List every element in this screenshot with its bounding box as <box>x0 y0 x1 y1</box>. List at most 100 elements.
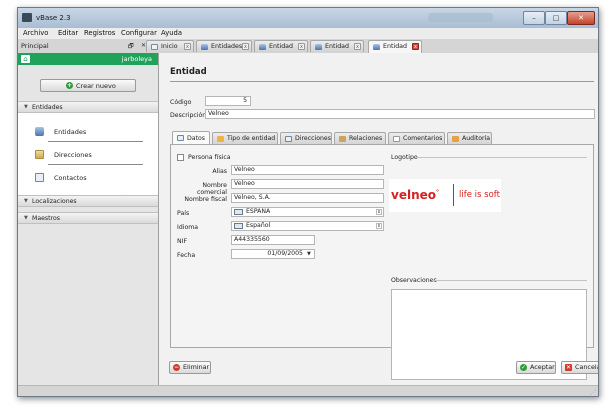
blurred-title-text <box>428 13 493 22</box>
menu-editar[interactable]: Editar <box>58 29 78 37</box>
datos-panel: Persona física Alias Velneo Nombre comer… <box>170 144 594 380</box>
idioma-select[interactable]: Español ⬍ <box>231 221 384 231</box>
menu-registros[interactable]: Registros <box>84 29 115 37</box>
plus-icon: + <box>66 82 73 89</box>
nombre-comercial-field[interactable]: Velneo <box>231 179 384 189</box>
tab-inicio[interactable]: Inicio x <box>146 40 194 52</box>
pais-select[interactable]: ESPAÑA ⬍ <box>231 207 384 217</box>
nav-contactos[interactable]: Contactos <box>54 174 87 182</box>
tab-entidades[interactable]: Entidades x <box>196 40 252 52</box>
nav-divider <box>48 164 143 165</box>
menu-ayuda[interactable]: Ayuda <box>161 29 182 37</box>
nombre-fiscal-label: Nombre fiscal <box>184 196 227 203</box>
observaciones-textarea[interactable] <box>391 289 587 380</box>
persona-fisica-checkbox[interactable] <box>177 154 184 161</box>
close-tab-icon[interactable]: x <box>298 43 305 50</box>
home-icon[interactable]: ⌂ <box>21 55 30 63</box>
nif-field[interactable]: A44335560 <box>231 235 315 245</box>
tab-label: Entidad <box>269 43 294 50</box>
contacts-icon <box>35 173 44 182</box>
left-panel: ⌂ jarboleya + Crear nuevo ▼ Entidades En… <box>18 53 159 385</box>
nav-divider <box>48 141 143 142</box>
tab-entidad-1[interactable]: Entidad x <box>254 40 308 52</box>
pais-label: País <box>177 210 190 217</box>
pais-value: ESPAÑA <box>246 208 271 215</box>
persona-fisica-label: Persona física <box>188 154 231 161</box>
fecha-label: Fecha <box>177 252 196 259</box>
page-title: Entidad <box>170 67 207 77</box>
delete-icon: − <box>173 364 180 371</box>
cancel-icon: ✕ <box>565 364 572 371</box>
collapse-arrow-icon: ▼ <box>24 198 28 204</box>
maximize-button[interactable]: □ <box>545 11 567 25</box>
nav-entidades[interactable]: Entidades <box>54 128 86 136</box>
fecha-field[interactable]: 01/09/2005 <box>231 249 315 259</box>
database-icon <box>373 44 380 50</box>
tab-direcciones[interactable]: Direcciones <box>280 132 332 144</box>
status-bar: ⋰ <box>18 385 598 396</box>
title-bar: vBase 2.3 – □ ✕ <box>18 8 598 28</box>
tab-label: Direcciones <box>295 135 331 142</box>
idioma-value: Español <box>246 222 271 229</box>
tab-label: Entidad <box>383 43 408 50</box>
tab-label: Relaciones <box>349 135 383 142</box>
tab-label: Entidad <box>325 43 350 50</box>
aceptar-button[interactable]: ✓ Aceptar <box>516 361 556 374</box>
resize-grip-icon[interactable]: ⋰ <box>590 389 596 396</box>
section-label: Maestros <box>32 215 61 222</box>
close-tab-icon[interactable]: x <box>184 43 191 50</box>
eliminar-button[interactable]: − Eliminar <box>169 361 211 374</box>
tab-relaciones[interactable]: Relaciones <box>334 132 386 144</box>
float-panel-icon[interactable]: 🗗 <box>128 42 134 52</box>
table-icon <box>234 223 243 229</box>
app-window: vBase 2.3 – □ ✕ Archivo Editar Registros… <box>17 7 599 397</box>
close-tab-icon[interactable]: x <box>242 43 249 50</box>
create-new-label: Crear nuevo <box>76 82 116 90</box>
address-icon <box>285 136 292 142</box>
audit-icon <box>452 136 459 142</box>
section-maestros[interactable]: ▼ Maestros <box>18 212 158 224</box>
expand-arrow-icon: ▼ <box>24 104 28 110</box>
user-bar: ⌂ jarboleya <box>18 53 158 65</box>
spinner-icon[interactable]: ⬍ <box>376 223 382 229</box>
database-icon <box>259 44 266 50</box>
codigo-field[interactable]: 5 <box>205 96 251 106</box>
tag-icon <box>217 136 224 142</box>
menu-configurar[interactable]: Configurar <box>121 29 157 37</box>
alias-field[interactable]: Velneo <box>231 165 384 175</box>
nav-direcciones[interactable]: Direcciones <box>54 151 92 159</box>
tab-entidad-2[interactable]: Entidad x <box>310 40 364 52</box>
tab-auditoria[interactable]: Auditoría <box>447 132 492 144</box>
logo-brand: velneo° <box>391 188 439 202</box>
alias-label: Alias <box>212 168 227 175</box>
create-new-button[interactable]: + Crear nuevo <box>40 79 136 92</box>
page-icon <box>151 44 158 50</box>
main-area: Entidad Código 5 Descripción Velneo Dato… <box>159 53 598 385</box>
close-window-button[interactable]: ✕ <box>567 11 595 25</box>
tab-entidad-active[interactable]: Entidad x <box>368 40 422 53</box>
minimize-button[interactable]: – <box>523 11 545 25</box>
descripcion-field[interactable]: Velneo <box>205 109 595 119</box>
eliminar-label: Eliminar <box>183 363 210 371</box>
nombre-fiscal-field[interactable]: Velneo, S.A. <box>231 193 384 203</box>
close-tab-icon[interactable]: x <box>354 43 361 50</box>
spinner-icon[interactable]: ⬍ <box>376 209 382 215</box>
tab-label: Auditoría <box>462 135 491 142</box>
section-entidades[interactable]: ▼ Entidades <box>18 101 158 113</box>
tab-tipo-de-entidad[interactable]: Tipo de entidad <box>212 132 278 144</box>
entidades-subpanel: Entidades Direcciones Contactos <box>18 113 158 196</box>
close-tab-icon[interactable]: x <box>412 43 419 50</box>
nombre-comercial-label: Nombre comercial <box>196 182 227 196</box>
group-divider <box>432 280 587 281</box>
section-localizaciones[interactable]: ▼ Localizaciones <box>18 195 158 207</box>
tab-datos[interactable]: Datos <box>172 131 210 145</box>
database-icon <box>201 44 208 50</box>
cancelar-button[interactable]: ✕ Cancelar <box>561 361 598 374</box>
tab-comentarios[interactable]: Comentarios <box>388 132 445 144</box>
database-icon <box>35 127 44 136</box>
tab-label: Entidades <box>211 43 243 50</box>
dropdown-arrow-icon[interactable]: ▼ <box>307 251 311 257</box>
cancelar-label: Cancelar <box>575 363 598 371</box>
logotipo-label: Logotipo <box>391 154 418 161</box>
menu-archivo[interactable]: Archivo <box>23 29 48 37</box>
